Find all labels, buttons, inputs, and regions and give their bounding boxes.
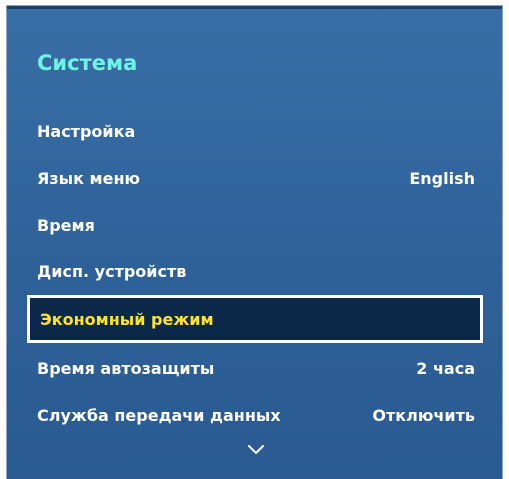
chevron-down-icon[interactable]: [247, 444, 265, 456]
menu-item-value: Отключить: [372, 405, 475, 425]
menu-item-label: Время: [37, 215, 95, 235]
panel-top-border: [7, 6, 502, 9]
menu-title: Система: [37, 51, 138, 75]
menu-item-label: Дисп. устройств: [37, 261, 187, 281]
menu-item-device-manager[interactable]: Дисп. устройств: [37, 249, 475, 293]
menu-item-value: English: [409, 168, 475, 188]
menu-item-label: Служба передачи данных: [37, 405, 281, 425]
menu-item-auto-protection-time[interactable]: Время автозащиты 2 часа: [37, 346, 475, 390]
menu-item-label: Настройка: [37, 121, 136, 141]
menu-item-menu-language[interactable]: Язык меню English: [37, 156, 475, 200]
menu-item-data-service[interactable]: Служба передачи данных Отключить: [37, 393, 475, 437]
menu-item-time[interactable]: Время: [37, 203, 475, 247]
menu-item-label: Экономный режим: [40, 309, 214, 329]
menu-item-eco-mode[interactable]: Экономный режим: [27, 295, 483, 343]
menu-item-value: 2 часа: [416, 358, 475, 378]
menu-item-setup[interactable]: Настройка: [37, 109, 475, 153]
menu-item-label: Язык меню: [37, 168, 141, 188]
menu-item-label: Время автозащиты: [37, 358, 215, 378]
system-menu-panel: Система Настройка Язык меню English Врем…: [6, 5, 503, 479]
